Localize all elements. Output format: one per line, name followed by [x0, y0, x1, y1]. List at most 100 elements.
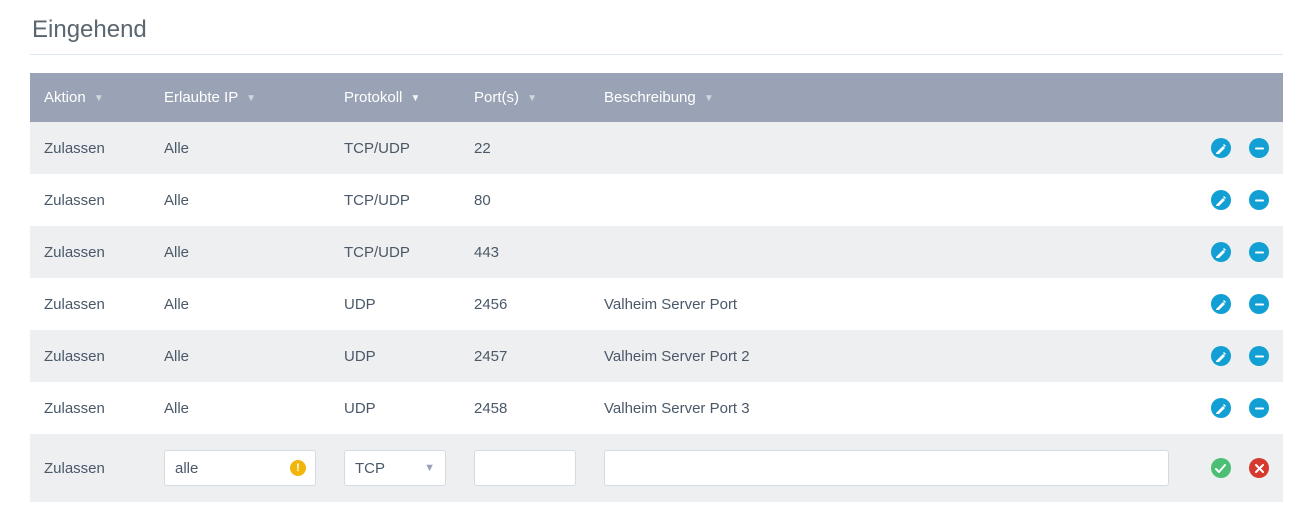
cell-actions: [1183, 330, 1283, 382]
cell-ports: 2456: [460, 278, 590, 330]
cell-ports: 80: [460, 174, 590, 226]
cell-actions: [1183, 382, 1283, 434]
protokoll-select[interactable]: TCP ▼: [344, 450, 446, 486]
confirm-button[interactable]: [1211, 458, 1231, 478]
cell-protokoll-select: TCP ▼: [330, 434, 460, 502]
cell-beschreibung: Valheim Server Port 2: [590, 330, 1183, 382]
cell-ports: 443: [460, 226, 590, 278]
cell-beschreibung: Valheim Server Port 3: [590, 382, 1183, 434]
cancel-button[interactable]: [1249, 458, 1269, 478]
cell-ip: Alle: [150, 226, 330, 278]
cell-actions: [1183, 278, 1283, 330]
caret-down-icon: ▼: [527, 93, 537, 104]
cell-ports: 22: [460, 122, 590, 174]
cell-actions: [1183, 226, 1283, 278]
cell-beschreibung-input: [590, 434, 1183, 502]
header-aktion-label: Aktion: [44, 89, 86, 106]
header-aktion[interactable]: Aktion ▼: [30, 73, 150, 122]
cell-ip: Alle: [150, 122, 330, 174]
x-icon: [1254, 463, 1265, 474]
header-ip-label: Erlaubte IP: [164, 89, 238, 106]
header-ports[interactable]: Port(s) ▼: [460, 73, 590, 122]
pencil-icon: [1215, 247, 1226, 258]
cell-beschreibung: [590, 122, 1183, 174]
remove-button[interactable]: [1249, 138, 1269, 158]
minus-icon: [1254, 195, 1265, 206]
section-divider: [30, 54, 1283, 55]
cell-actions: [1183, 174, 1283, 226]
pencil-icon: [1215, 351, 1226, 362]
caret-down-icon: ▼: [246, 93, 256, 104]
cell-aktion: Zulassen: [30, 382, 150, 434]
cell-ip: Alle: [150, 382, 330, 434]
header-ports-label: Port(s): [474, 89, 519, 106]
remove-button[interactable]: [1249, 242, 1269, 262]
cell-aktion: Zulassen: [30, 122, 150, 174]
warning-icon: !: [290, 460, 306, 476]
edit-button[interactable]: [1211, 294, 1231, 314]
cell-ip: Alle: [150, 174, 330, 226]
minus-icon: [1254, 403, 1265, 414]
cell-aktion: Zulassen: [30, 278, 150, 330]
section-title: Eingehend: [32, 16, 1283, 44]
cell-protokoll: UDP: [330, 330, 460, 382]
cell-protokoll: TCP/UDP: [330, 174, 460, 226]
minus-icon: [1254, 143, 1265, 154]
table-row: Zulassen Alle UDP 2458 Valheim Server Po…: [30, 382, 1283, 434]
edit-button[interactable]: [1211, 346, 1231, 366]
minus-icon: [1254, 247, 1265, 258]
cell-ports: 2457: [460, 330, 590, 382]
header-actions: [1183, 73, 1283, 122]
edit-button[interactable]: [1211, 398, 1231, 418]
caret-down-icon: ▼: [411, 93, 421, 104]
minus-icon: [1254, 351, 1265, 362]
pencil-icon: [1215, 299, 1226, 310]
cell-aktion: Zulassen: [30, 226, 150, 278]
header-protokoll[interactable]: Protokoll ▼: [330, 73, 460, 122]
cell-ports: 2458: [460, 382, 590, 434]
edit-button[interactable]: [1211, 190, 1231, 210]
header-beschreibung-label: Beschreibung: [604, 89, 696, 106]
remove-button[interactable]: [1249, 294, 1269, 314]
cell-actions: [1183, 434, 1283, 502]
cell-protokoll: UDP: [330, 278, 460, 330]
caret-down-icon: ▼: [94, 93, 104, 104]
table-header-row: Aktion ▼ Erlaubte IP ▼ Protokoll ▼ Port(…: [30, 73, 1283, 122]
remove-button[interactable]: [1249, 398, 1269, 418]
minus-icon: [1254, 299, 1265, 310]
cell-beschreibung: [590, 226, 1183, 278]
cell-beschreibung: [590, 174, 1183, 226]
header-beschreibung[interactable]: Beschreibung ▼: [590, 73, 1183, 122]
ports-input[interactable]: [474, 450, 576, 486]
pencil-icon: [1215, 143, 1226, 154]
table-row: Zulassen Alle TCP/UDP 80: [30, 174, 1283, 226]
edit-button[interactable]: [1211, 242, 1231, 262]
cell-ip: Alle: [150, 278, 330, 330]
cell-aktion: Zulassen: [30, 434, 150, 502]
cell-ip-input: !: [150, 434, 330, 502]
header-protokoll-label: Protokoll: [344, 89, 402, 106]
check-icon: [1215, 463, 1226, 474]
remove-button[interactable]: [1249, 346, 1269, 366]
cell-protokoll: UDP: [330, 382, 460, 434]
beschreibung-input[interactable]: [604, 450, 1169, 486]
cell-protokoll: TCP/UDP: [330, 122, 460, 174]
pencil-icon: [1215, 403, 1226, 414]
protokoll-select-value: TCP: [355, 460, 385, 477]
edit-button[interactable]: [1211, 138, 1231, 158]
cell-ip: Alle: [150, 330, 330, 382]
cell-protokoll: TCP/UDP: [330, 226, 460, 278]
cell-ports-input: [460, 434, 590, 502]
firewall-table: Aktion ▼ Erlaubte IP ▼ Protokoll ▼ Port(…: [30, 73, 1283, 502]
cell-aktion: Zulassen: [30, 174, 150, 226]
header-ip[interactable]: Erlaubte IP ▼: [150, 73, 330, 122]
table-row: Zulassen Alle TCP/UDP 22: [30, 122, 1283, 174]
cell-actions: [1183, 122, 1283, 174]
caret-down-icon: ▼: [704, 93, 714, 104]
table-row: Zulassen Alle TCP/UDP 443: [30, 226, 1283, 278]
caret-down-icon: ▼: [424, 462, 435, 474]
remove-button[interactable]: [1249, 190, 1269, 210]
cell-aktion: Zulassen: [30, 330, 150, 382]
pencil-icon: [1215, 195, 1226, 206]
cell-beschreibung: Valheim Server Port: [590, 278, 1183, 330]
